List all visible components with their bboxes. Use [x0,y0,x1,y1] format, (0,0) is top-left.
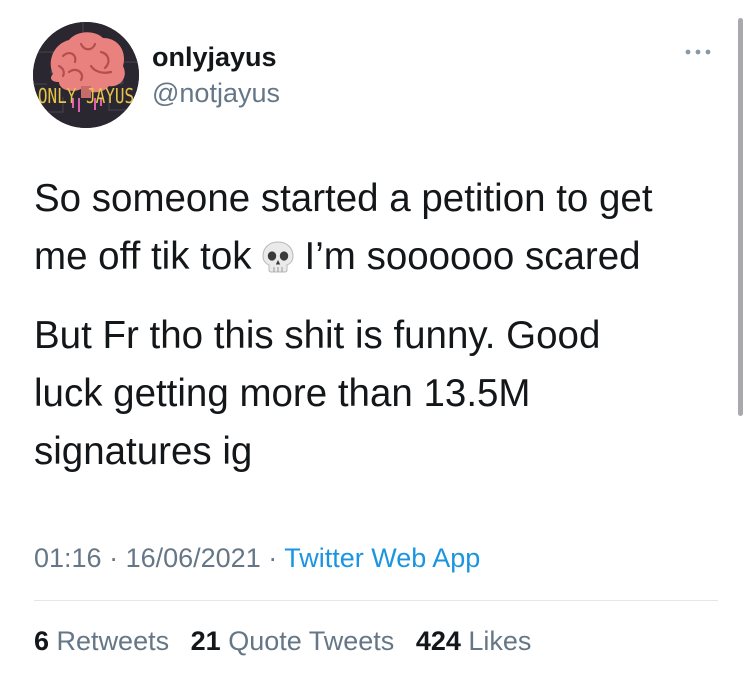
quotes-label: Quote Tweets [228,626,395,656]
meta-separator: · [101,543,126,573]
tweet-text-line: So someone started a petition to get [34,177,653,220]
retweets-label: Retweets [56,626,170,656]
source-app-link[interactable]: Twitter Web App [284,543,480,573]
more-horizontal-icon[interactable] [682,42,714,62]
tweet-text-line: me off tik tok I’m soooooo scared [34,228,653,286]
brain-logo-icon: ONLY JAYUS [33,22,139,128]
tweet-time[interactable]: 01:16 [34,543,102,573]
scrollbar[interactable] [738,18,743,416]
retweets-count: 6 [34,626,50,656]
tweet-stats: 6 Retweets 21 Quote Tweets 424 Likes [34,625,545,657]
user-handle[interactable]: @notjayus [152,77,280,109]
tweet-text-line: signatures ig [34,430,253,473]
meta-separator: · [260,543,285,573]
display-name[interactable]: onlyjayus [152,41,277,73]
divider [34,600,718,601]
likes-label: Likes [468,626,532,656]
retweets-stat[interactable]: 6 Retweets [34,626,169,656]
quotes-count: 21 [190,626,221,656]
tweet-text-line: But Fr tho this shit is funny. Good [34,314,601,357]
tweet-text-paragraph-2: But Fr tho this shit is funny. Good luck… [34,307,600,481]
likes-stat[interactable]: 424 Likes [416,626,532,656]
likes-count: 424 [415,626,461,656]
quote-tweets-stat[interactable]: 21 Quote Tweets [191,626,395,656]
avatar-logo-text: ONLY JAYUS [38,86,134,109]
avatar[interactable]: ONLY JAYUS [33,22,139,128]
tweet-text-paragraph-1: So someone started a petition to get me … [34,170,653,286]
skull-icon [260,234,296,273]
tweet-text-segment: me off tik tok [34,235,252,278]
tweet-date[interactable]: 16/06/2021 [126,543,261,573]
tweet-card: ONLY JAYUS onlyjayus @notjayus So someon… [0,0,750,675]
tweet-text-segment: I’m soooooo scared [304,235,641,278]
tweet-text-line: luck getting more than 13.5M [34,372,531,415]
tweet-meta: 01:16 · 16/06/2021 · Twitter Web App [34,542,480,574]
